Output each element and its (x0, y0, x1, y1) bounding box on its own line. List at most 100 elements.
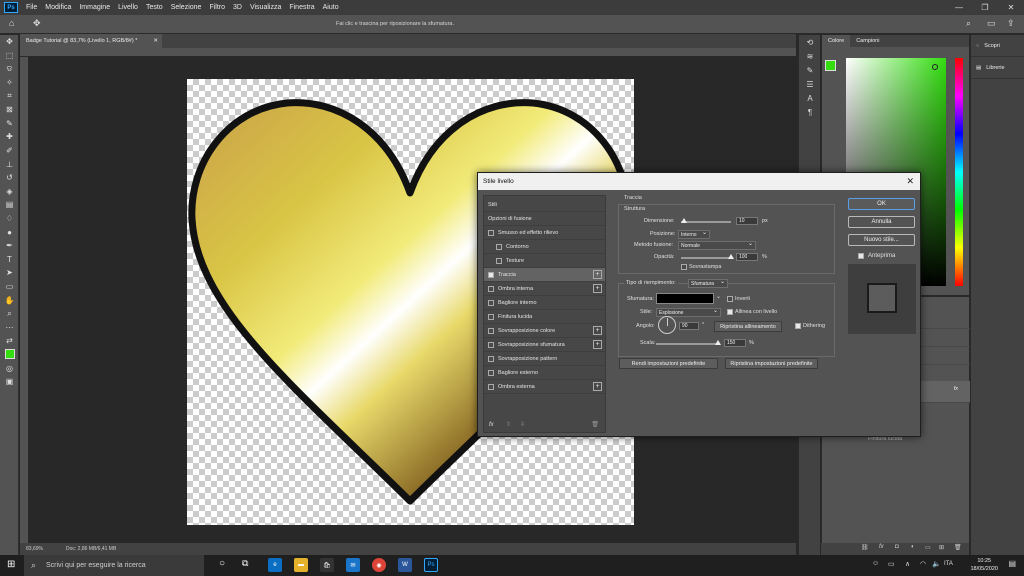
type-icon[interactable]: T (0, 253, 19, 267)
frame-icon[interactable]: ⊠ (0, 103, 19, 117)
marquee-icon[interactable]: ⬚ (0, 49, 19, 63)
style-item-checkbox[interactable] (488, 370, 494, 376)
menu-filtro[interactable]: Filtro (209, 4, 225, 11)
eyedropper-icon[interactable]: ✎ (0, 117, 19, 131)
new-layer-icon[interactable]: ⊞ (939, 544, 944, 551)
people-icon[interactable]: ☺ (872, 560, 879, 567)
magic-wand-icon[interactable]: ✧ (0, 76, 19, 90)
anteprima-checkbox[interactable] (858, 253, 864, 259)
hue-slider[interactable] (955, 58, 963, 286)
trash-icon[interactable]: 🗑 (954, 544, 962, 551)
paragraph-icon[interactable]: ¶ (799, 105, 821, 119)
style-item-checkbox[interactable] (488, 230, 494, 236)
maximize-icon[interactable]: ❐ (972, 0, 998, 15)
cortana-icon[interactable]: ○ (219, 558, 225, 569)
volume-icon[interactable]: 🔈 (932, 560, 941, 568)
fx-badge[interactable]: fx (954, 386, 958, 392)
style-item[interactable]: Smusso ed effetto rilievo (484, 226, 605, 240)
allinea-checkbox[interactable] (727, 309, 733, 315)
librerie-item[interactable]: ▤ Librerie (971, 57, 1024, 79)
language-indicator[interactable]: ITA (944, 561, 953, 567)
dodge-icon[interactable]: ● (0, 225, 19, 239)
chevron-up-icon[interactable]: ∧ (905, 560, 910, 568)
style-item-checkbox[interactable] (488, 314, 494, 320)
share-icon[interactable]: ⇪ (1007, 18, 1015, 29)
scala-slider[interactable] (656, 343, 718, 345)
mail-icon[interactable]: ✉ (346, 558, 360, 572)
ripristina-predefinite-button[interactable]: Ripristina impostazioni predefinite (725, 358, 818, 369)
shape-icon[interactable]: ▭ (0, 280, 19, 294)
word-icon[interactable]: W (398, 558, 412, 572)
brush-icon[interactable]: ✐ (0, 144, 19, 158)
minimize-icon[interactable]: — (946, 0, 972, 15)
style-item[interactable]: Bagliore interno (484, 296, 605, 310)
annulla-button[interactable]: Annulla (848, 216, 915, 228)
angolo-input[interactable]: 90 (679, 322, 699, 330)
menu-immagine[interactable]: Immagine (79, 4, 110, 11)
pen-icon[interactable]: ✒ (0, 239, 19, 253)
menu-visualizza[interactable]: Visualizza (250, 4, 281, 11)
style-item[interactable]: Bagliore esterno (484, 366, 605, 380)
menu-livello[interactable]: Livello (118, 4, 138, 11)
move-up-icon[interactable]: ⇧ (506, 421, 511, 428)
home-icon[interactable]: ⌂ (9, 18, 14, 28)
move-tool-icon[interactable]: ✥ (33, 18, 41, 29)
menu-file[interactable]: File (26, 4, 37, 11)
dimensione-input[interactable]: 10 (736, 217, 758, 225)
ripristina-allineamento-button[interactable]: Ripristina allineamento (714, 321, 782, 332)
photoshop-taskbar-icon[interactable]: Ps (424, 558, 438, 572)
healing-icon[interactable]: ✚ (0, 130, 19, 144)
scopri-item[interactable]: ◌ Scopri (971, 35, 1024, 57)
history-icon[interactable]: ⟲ (799, 35, 821, 49)
opacita-thumb[interactable] (728, 254, 734, 259)
fx-menu-icon[interactable]: fx (489, 422, 494, 428)
wifi-icon[interactable]: ◠ (920, 560, 926, 568)
gradient-preview[interactable] (656, 293, 714, 304)
delete-effect-icon[interactable]: 🗑 (591, 421, 599, 428)
style-item[interactable]: Ombra esterna + (484, 380, 605, 394)
properties-icon[interactable]: ☰ (799, 77, 821, 91)
gradient-dropdown-icon[interactable]: ⌄ (716, 293, 721, 300)
angle-dial[interactable] (658, 316, 676, 334)
dialog-close-icon[interactable]: ✕ (906, 173, 914, 190)
file-explorer-icon[interactable]: ▬ (294, 558, 308, 572)
style-item[interactable]: Sovrapposizione pattern (484, 352, 605, 366)
blur-icon[interactable]: ♢ (0, 212, 19, 226)
posizione-select[interactable]: Interno (678, 229, 710, 239)
gradient-icon[interactable]: ▤ (0, 198, 19, 212)
tipo-riempimento-select[interactable]: Sfumatura (688, 278, 728, 288)
stamp-icon[interactable]: ⊥ (0, 157, 19, 171)
menu-aiuto[interactable]: Aiuto (323, 4, 339, 11)
style-item[interactable]: Contorno (484, 240, 605, 254)
style-item-checkbox[interactable] (496, 258, 502, 264)
brush-settings-icon[interactable]: ✎ (799, 63, 821, 77)
style-item[interactable]: Finitura lucida (484, 310, 605, 324)
swap-colors-icon[interactable]: ⇄ (0, 334, 19, 348)
add-effect-icon[interactable]: + (593, 326, 602, 335)
style-item[interactable]: Ombra interna + (484, 282, 605, 296)
ok-button[interactable]: OK (848, 198, 915, 210)
lasso-icon[interactable]: ଡ (0, 62, 19, 76)
mask-icon[interactable]: ◘ (895, 544, 899, 550)
adjustment-icon[interactable]: ◐ (911, 544, 915, 550)
styles-header[interactable]: Stili (484, 198, 605, 212)
style-item-checkbox[interactable] (488, 384, 494, 390)
style-item-checkbox[interactable] (488, 356, 494, 362)
search-icon[interactable]: ⌕ (966, 18, 971, 29)
screen-mode-icon[interactable]: ▣ (0, 375, 19, 389)
blend-options-item[interactable]: Opzioni di fusione (484, 212, 605, 226)
scala-input[interactable]: 150 (724, 339, 746, 347)
menu-modifica[interactable]: Modifica (45, 4, 71, 11)
edge-icon[interactable]: e (268, 558, 282, 572)
menu-3d[interactable]: 3D (233, 4, 242, 11)
style-item[interactable]: Traccia + (484, 268, 605, 282)
notifications-icon[interactable]: ▤ (1008, 559, 1016, 568)
document-tab[interactable]: Badge Tutorial @ 83,7% (Livello 1, RGB/8… (20, 34, 162, 48)
hand-icon[interactable]: ✋ (0, 293, 19, 307)
rendi-predefinite-button[interactable]: Rendi impostazioni predefinite (619, 358, 718, 369)
link-icon[interactable]: ⛓ (861, 544, 869, 551)
sovrastampa-checkbox[interactable] (681, 264, 687, 270)
zoom-level[interactable]: 83,69% (26, 546, 43, 552)
quick-mask-icon[interactable]: ◎ (0, 361, 19, 375)
nuovo-stile-button[interactable]: Nuovo stile... (848, 234, 915, 246)
